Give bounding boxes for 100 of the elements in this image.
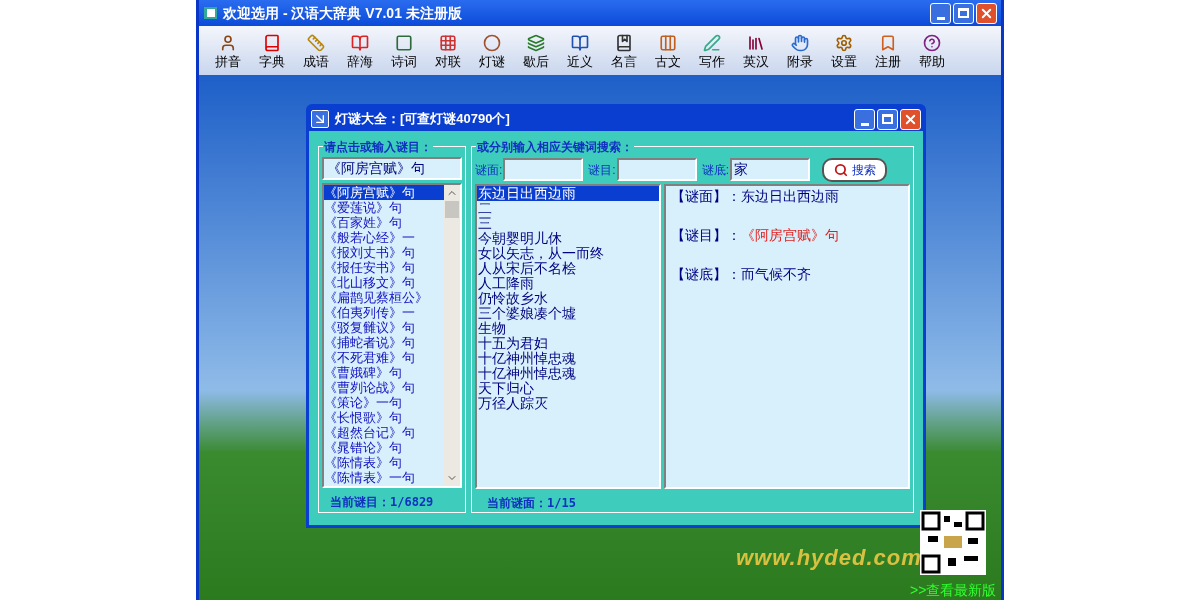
toolbar-button[interactable]: 歇后 bbox=[514, 33, 558, 68]
list-item[interactable]: 仍怜故乡水 bbox=[477, 291, 659, 306]
riddle-category-field[interactable]: 《阿房宫赋》句 bbox=[322, 157, 462, 180]
group-legend: 或分别输入相应关键词搜索： bbox=[476, 138, 634, 156]
toolbar-button[interactable]: 名言 bbox=[602, 33, 646, 68]
settings-icon bbox=[835, 33, 853, 52]
field-label: 谜面: bbox=[475, 161, 503, 179]
list-item[interactable]: 《陈情表》句 bbox=[324, 455, 444, 470]
list-item[interactable]: 《报刘丈书》句 bbox=[324, 245, 444, 260]
list-item[interactable]: 东边日出西边雨 bbox=[477, 186, 659, 201]
toolbar-button[interactable]: 近义 bbox=[558, 33, 602, 68]
list-item[interactable]: 《北山移文》句 bbox=[324, 275, 444, 290]
field-label: 谜底: bbox=[701, 161, 730, 179]
latest-version-link[interactable]: >>查看最新版 bbox=[910, 580, 997, 600]
close-button[interactable] bbox=[976, 2, 997, 24]
toolbar-button[interactable]: 注册 bbox=[866, 33, 910, 68]
list-item[interactable]: 人工降雨 bbox=[477, 276, 659, 291]
minimize-button[interactable] bbox=[854, 108, 875, 130]
scrollbar[interactable] bbox=[444, 185, 460, 486]
list-item[interactable]: 人从宋后不名桧 bbox=[477, 261, 659, 276]
bookmark-icon bbox=[879, 33, 897, 52]
category-status: 当前谜目：1/6829 bbox=[330, 494, 435, 511]
search-button[interactable]: 搜索 bbox=[822, 157, 888, 182]
stacked-cards-icon bbox=[527, 33, 545, 52]
detail-label: 【谜底】： bbox=[671, 266, 741, 283]
list-item[interactable]: 十五为君妇 bbox=[477, 336, 659, 351]
ruler-icon bbox=[307, 33, 325, 52]
toolbar-button[interactable]: 古文 bbox=[646, 33, 690, 68]
riddle-status: 当前谜面：1/15 bbox=[487, 495, 577, 512]
list-item[interactable]: 女以矢志，从一而终 bbox=[477, 246, 659, 261]
list-item[interactable]: 《陈情表》一句 bbox=[324, 470, 444, 485]
detail-value: 东边日出西边雨 bbox=[741, 188, 839, 205]
list-item[interactable]: 《般若心经》一 bbox=[324, 230, 444, 245]
open-book-icon bbox=[571, 33, 589, 52]
list-item[interactable]: 《爱莲说》句 bbox=[324, 200, 444, 215]
grid-icon bbox=[439, 33, 457, 52]
book-icon bbox=[351, 33, 369, 52]
toolbar-button[interactable]: 设置 bbox=[822, 33, 866, 68]
minimize-button[interactable] bbox=[930, 2, 951, 24]
keyword-field[interactable] bbox=[616, 158, 697, 181]
toolbar-button[interactable]: 灯谜 bbox=[470, 33, 514, 68]
close-button[interactable] bbox=[900, 108, 921, 130]
list-item[interactable]: 《扁鹊见蔡桓公》 bbox=[324, 290, 444, 305]
dialog-title: 灯谜大全：[可查灯谜40790个] bbox=[335, 110, 510, 129]
field-label: 谜目: bbox=[588, 161, 616, 179]
toolbar-button[interactable]: 写作 bbox=[690, 33, 734, 68]
list-item[interactable]: 《百家姓》句 bbox=[324, 215, 444, 230]
hand-icon bbox=[791, 33, 809, 52]
list-item[interactable]: 《曹娥碑》句 bbox=[324, 365, 444, 380]
list-item[interactable]: 生物 bbox=[477, 321, 659, 336]
list-item[interactable]: 三个婆娘凑个墟 bbox=[477, 306, 659, 321]
toolbar-button[interactable]: 英汉 bbox=[734, 33, 778, 68]
notebook-icon bbox=[615, 33, 633, 52]
list-item[interactable]: 《策论》一句 bbox=[324, 395, 444, 410]
pen-icon bbox=[703, 33, 721, 52]
detail-value: 而气候不齐 bbox=[741, 266, 811, 283]
list-item[interactable]: 《驳复雠议》句 bbox=[324, 320, 444, 335]
toolbar-button[interactable]: 帮助 bbox=[910, 33, 954, 68]
window-title: 欢迎选用 - 汉语大辞典 V7.01 未注册版 bbox=[223, 3, 462, 23]
qr-code-icon bbox=[920, 510, 986, 575]
toolbar-button[interactable]: 成语 bbox=[294, 33, 338, 68]
detail-label: 【谜目】： bbox=[671, 227, 741, 244]
list-item[interactable]: 《不死君难》句 bbox=[324, 350, 444, 365]
list-item[interactable]: 三 bbox=[477, 216, 659, 231]
list-item[interactable]: 《晁错论》句 bbox=[324, 440, 444, 455]
maximize-button[interactable] bbox=[953, 2, 974, 24]
toolbar-button[interactable]: 拼音 bbox=[206, 33, 250, 68]
framed-square-icon bbox=[395, 33, 413, 52]
group-legend: 请点击或输入谜目： bbox=[323, 138, 433, 156]
list-item[interactable]: 《伯夷列传》一 bbox=[324, 305, 444, 320]
maximize-button[interactable] bbox=[877, 108, 898, 130]
books-icon bbox=[747, 33, 765, 52]
list-item[interactable]: 《报任安书》句 bbox=[324, 260, 444, 275]
list-item[interactable]: 《捕蛇者说》句 bbox=[324, 335, 444, 350]
detail-value: 《阿房宫赋》句 bbox=[741, 227, 839, 244]
list-item[interactable]: 十亿神州悼忠魂 bbox=[477, 351, 659, 366]
list-item[interactable]: 《长恨歌》句 bbox=[324, 410, 444, 425]
circle-icon bbox=[483, 33, 501, 52]
book-icon bbox=[263, 33, 281, 52]
detail-label: 【谜面】： bbox=[671, 188, 741, 205]
toolbar-button[interactable]: 字典 bbox=[250, 33, 294, 68]
toolbar-button[interactable]: 诗词 bbox=[382, 33, 426, 68]
keyword-field[interactable] bbox=[503, 158, 584, 181]
toolbar-button[interactable]: 附录 bbox=[778, 33, 822, 68]
app-logo-icon bbox=[203, 5, 219, 21]
list-item[interactable]: 十亿神州悼忠魂 bbox=[477, 366, 659, 381]
toolbar-button[interactable]: 辞海 bbox=[338, 33, 382, 68]
toolbar-button[interactable]: 对联 bbox=[426, 33, 470, 68]
list-item[interactable]: 《阿房宫赋》句 bbox=[324, 185, 444, 200]
list-item[interactable]: 万径人踪灭 bbox=[477, 396, 659, 411]
bamboo-slips-icon bbox=[659, 33, 677, 52]
face-icon bbox=[219, 33, 237, 52]
list-item[interactable]: 二 bbox=[477, 201, 659, 216]
list-item[interactable]: 天下归心 bbox=[477, 381, 659, 396]
list-item[interactable]: 《曹刿论战》句 bbox=[324, 380, 444, 395]
list-item[interactable]: 《超然台记》句 bbox=[324, 425, 444, 440]
scroll-thumb[interactable] bbox=[445, 201, 459, 218]
website-logo: www.hyded.com bbox=[736, 544, 922, 572]
keyword-field[interactable]: 家 bbox=[730, 158, 811, 181]
list-item[interactable]: 今朝婴明儿休 bbox=[477, 231, 659, 246]
